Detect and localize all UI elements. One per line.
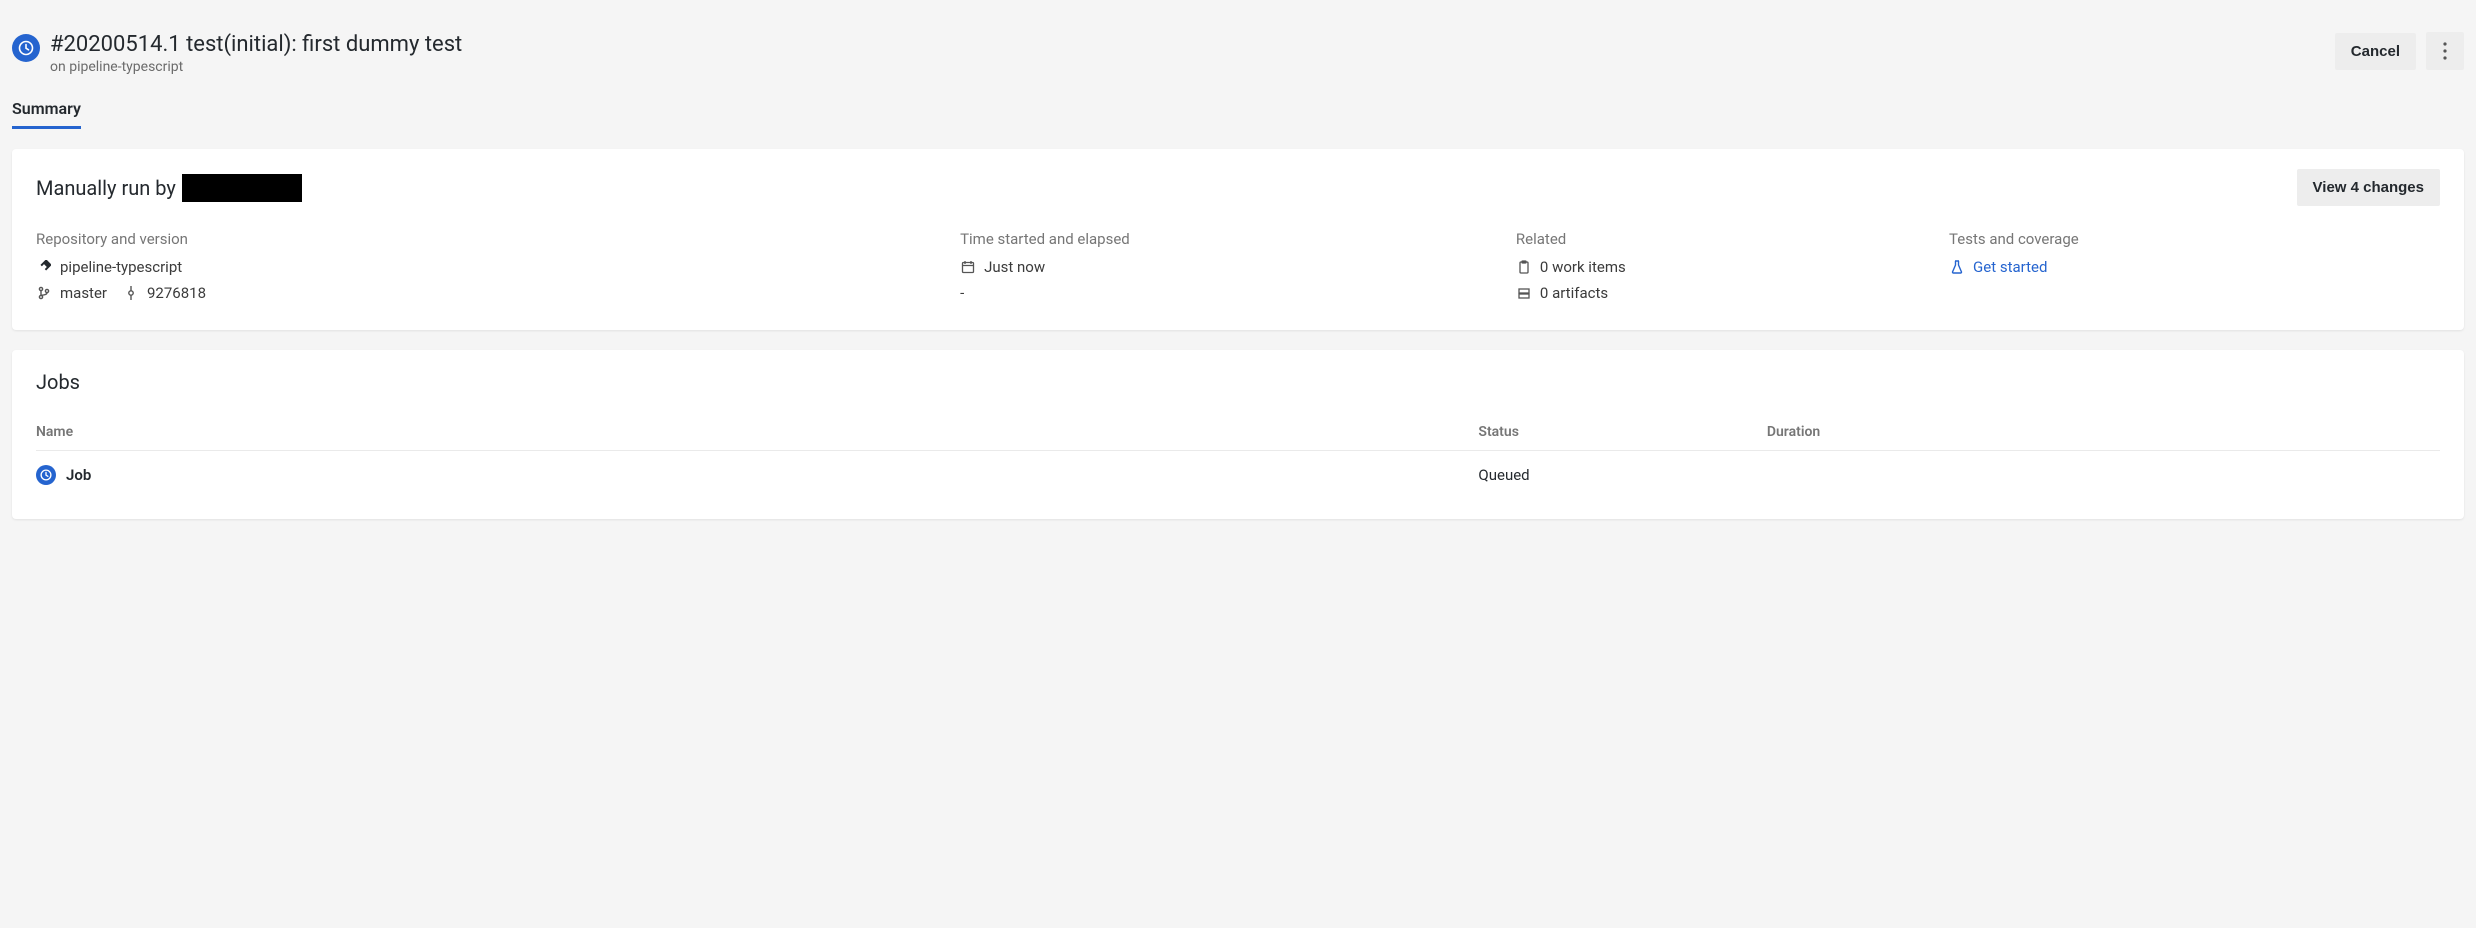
- status-clock-icon: [36, 465, 56, 485]
- page-title: #20200514.1 test(initial): first dummy t…: [50, 32, 462, 57]
- repo-icon: [36, 259, 52, 275]
- calendar-icon: [960, 259, 976, 275]
- repo-link[interactable]: pipeline-typescript: [36, 258, 936, 276]
- page-subtitle: on pipeline-typescript: [50, 59, 462, 75]
- work-items-link[interactable]: 0 work items: [1516, 258, 1925, 276]
- more-actions-button[interactable]: [2426, 32, 2464, 70]
- tests-label: Tests and coverage: [1949, 230, 2440, 248]
- related-section: Related 0 work items 0 artifacts: [1516, 230, 1925, 310]
- tab-summary[interactable]: Summary: [12, 91, 81, 129]
- job-name: Job: [66, 466, 91, 484]
- artifacts-link[interactable]: 0 artifacts: [1516, 284, 1925, 302]
- time-section: Time started and elapsed Just now -: [960, 230, 1492, 310]
- branch-icon: [36, 285, 52, 301]
- branch-link[interactable]: master: [60, 284, 107, 302]
- time-label: Time started and elapsed: [960, 230, 1492, 248]
- table-row[interactable]: Job Queued: [36, 451, 2440, 500]
- job-status: Queued: [1478, 451, 1766, 500]
- run-trigger-heading: Manually run by: [36, 174, 302, 202]
- triggered-by-redacted: [182, 174, 302, 202]
- view-changes-button[interactable]: View 4 changes: [2297, 169, 2440, 206]
- clipboard-icon: [1516, 259, 1532, 275]
- jobs-col-duration[interactable]: Duration: [1767, 414, 2440, 451]
- artifacts-icon: [1516, 285, 1532, 301]
- more-vertical-icon: [2443, 42, 2447, 60]
- repo-version-label: Repository and version: [36, 230, 936, 248]
- related-label: Related: [1516, 230, 1925, 248]
- commit-link[interactable]: 9276818: [147, 284, 206, 302]
- job-duration: [1767, 451, 2440, 500]
- beaker-icon: [1949, 259, 1965, 275]
- tests-get-started-link[interactable]: Get started: [1949, 258, 2440, 276]
- commit-icon: [123, 285, 139, 301]
- repo-version-section: Repository and version pipeline-typescri…: [36, 230, 936, 310]
- status-clock-icon: [12, 34, 40, 62]
- time-started: Just now: [984, 258, 1045, 276]
- time-elapsed: -: [960, 284, 964, 302]
- jobs-col-status[interactable]: Status: [1478, 414, 1766, 451]
- jobs-col-name[interactable]: Name: [36, 414, 1478, 451]
- tests-section: Tests and coverage Get started: [1949, 230, 2440, 310]
- cancel-button[interactable]: Cancel: [2335, 33, 2416, 70]
- jobs-heading: Jobs: [36, 370, 2440, 394]
